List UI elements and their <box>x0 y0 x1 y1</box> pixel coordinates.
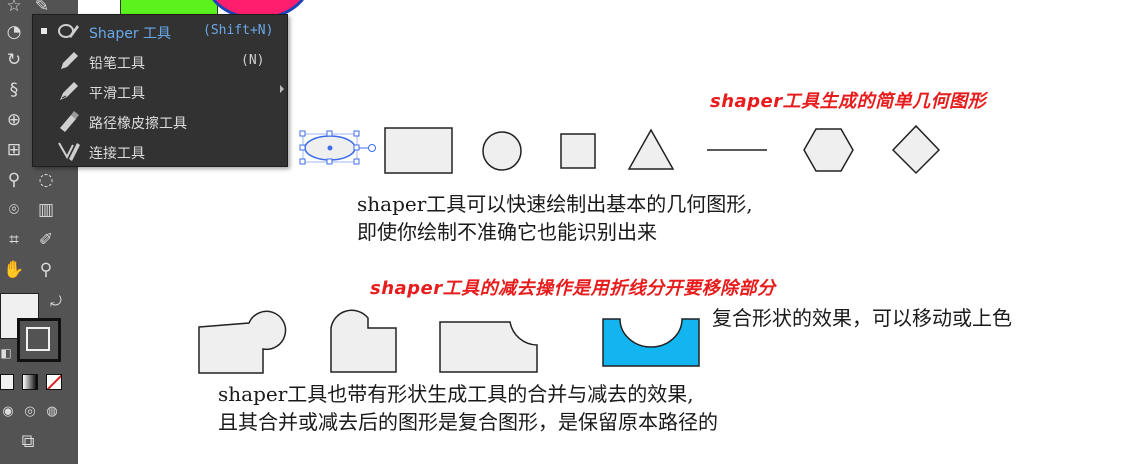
merged-arch-shape[interactable] <box>330 309 397 373</box>
selected-ellipse[interactable] <box>299 130 376 165</box>
artboard-shapes <box>198 124 941 374</box>
circle-shape[interactable] <box>482 131 522 171</box>
subtracted-corner-shape[interactable] <box>439 321 538 373</box>
compound-colored-shape[interactable] <box>602 318 700 367</box>
rectangle-shape[interactable] <box>384 127 453 174</box>
diamond-shape[interactable] <box>891 124 941 175</box>
triangle-shape[interactable] <box>627 128 675 170</box>
square-shape[interactable] <box>560 133 596 169</box>
hexagon-shape[interactable] <box>803 128 854 172</box>
merged-rect-circle-shape[interactable] <box>198 310 287 374</box>
